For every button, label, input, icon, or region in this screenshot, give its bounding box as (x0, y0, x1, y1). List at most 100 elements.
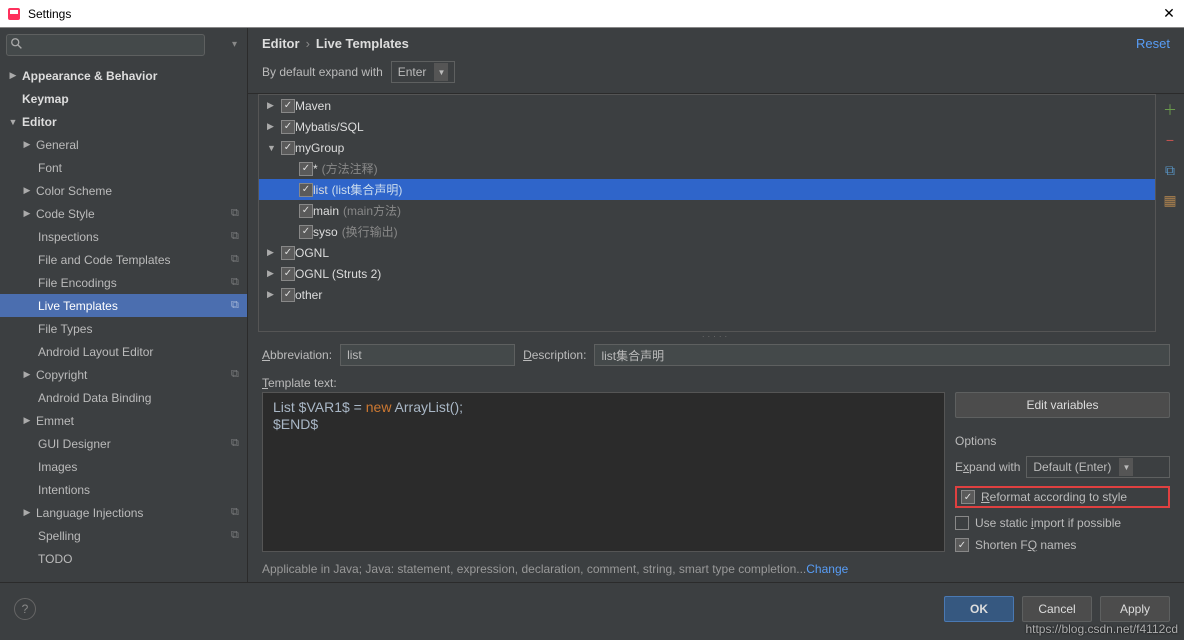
window-title: Settings (28, 7, 1160, 21)
scheme-icon: ⧉ (231, 276, 247, 289)
checkbox[interactable]: ✓ (299, 162, 313, 176)
description-input[interactable] (594, 344, 1170, 366)
nav-keymap[interactable]: Keymap (0, 87, 247, 110)
abbreviation-input[interactable] (340, 344, 515, 366)
nav-android-data[interactable]: Android Data Binding (0, 386, 247, 409)
scheme-icon: ⧉ (231, 437, 247, 450)
scheme-icon: ⧉ (231, 368, 247, 381)
checkbox[interactable]: ✓ (281, 288, 295, 302)
nav-color-scheme[interactable]: ▶Color Scheme (0, 179, 247, 202)
edit-variables-button[interactable]: Edit variables (955, 392, 1170, 418)
nav-emmet[interactable]: ▶Emmet (0, 409, 247, 432)
checkbox[interactable]: ✓ (281, 141, 295, 155)
search-input[interactable] (6, 34, 205, 56)
reset-link[interactable]: Reset (1136, 36, 1170, 51)
nav-inspections[interactable]: Inspections⧉ (0, 225, 247, 248)
template-group-other[interactable]: ▶✓other (259, 284, 1155, 305)
scheme-icon: ⧉ (231, 230, 247, 243)
template-text-label: Template text: (248, 372, 1184, 392)
reformat-label: Reformat according to style (981, 490, 1127, 504)
scheme-icon: ⧉ (231, 506, 247, 519)
help-button[interactable]: ? (14, 598, 36, 620)
breadcrumb: Editor › Live Templates Reset (248, 28, 1184, 57)
template-actions: ＋ − ⧉ ▦ (1156, 94, 1184, 332)
nav-android-layout[interactable]: Android Layout Editor (0, 340, 247, 363)
nav-gui-designer[interactable]: GUI Designer⧉ (0, 432, 247, 455)
remove-icon[interactable]: − (1160, 130, 1180, 150)
ok-button[interactable]: OK (944, 596, 1014, 622)
nav-code-style[interactable]: ▶Code Style⧉ (0, 202, 247, 225)
template-group-ognl[interactable]: ▶✓OGNL (259, 242, 1155, 263)
nav-intentions[interactable]: Intentions (0, 478, 247, 501)
watermark: https://blog.csdn.net/f4112cd (1025, 622, 1178, 636)
checkbox[interactable]: ✓ (281, 99, 295, 113)
checkbox[interactable]: ✓ (299, 183, 313, 197)
template-group-maven[interactable]: ▶✓Maven (259, 95, 1155, 116)
nav-appearance[interactable]: ▶Appearance & Behavior (0, 64, 247, 87)
breadcrumb-sep: › (300, 36, 316, 51)
checkbox[interactable]: ✓ (299, 204, 313, 218)
dialog-footer: ? OK Cancel Apply (0, 582, 1184, 634)
options-label: Options (955, 426, 1170, 448)
template-group-mygroup[interactable]: ▼✓myGroup (259, 137, 1155, 158)
copy-icon[interactable]: ⧉ (1160, 160, 1180, 180)
template-item[interactable]: ✓main(main方法) (259, 200, 1155, 221)
options-panel: Edit variables Options Expand with Defau… (955, 392, 1170, 552)
main-panel: Editor › Live Templates Reset By default… (248, 28, 1184, 582)
template-tree[interactable]: ▶✓Maven ▶✓Mybatis/SQL ▼✓myGroup ✓*(方法注释)… (258, 94, 1156, 332)
cancel-button[interactable]: Cancel (1022, 596, 1092, 622)
nav-spelling[interactable]: Spelling⧉ (0, 524, 247, 547)
expand-with-value: Default (Enter) (1033, 460, 1111, 474)
nav-lang-inj[interactable]: ▶Language Injections⧉ (0, 501, 247, 524)
scheme-icon: ⧉ (231, 253, 247, 266)
nav-live-templates[interactable]: Live Templates⧉ (0, 294, 247, 317)
breadcrumb-current: Live Templates (316, 36, 409, 51)
titlebar: Settings ✕ (0, 0, 1184, 28)
checkbox[interactable]: ✓ (281, 267, 295, 281)
checkbox[interactable]: ✓ (299, 225, 313, 239)
close-icon[interactable]: ✕ (1160, 5, 1178, 23)
nav-font[interactable]: Font (0, 156, 247, 179)
expand-with-select[interactable]: Default (Enter) ▼ (1026, 456, 1170, 478)
chevron-down-icon: ▼ (1119, 458, 1133, 476)
template-group-mybatis[interactable]: ▶✓Mybatis/SQL (259, 116, 1155, 137)
desc-label: Description: (523, 348, 586, 362)
nav-todo[interactable]: TODO (0, 547, 247, 570)
scheme-icon: ⧉ (231, 529, 247, 542)
template-group-ognl-struts[interactable]: ▶✓OGNL (Struts 2) (259, 263, 1155, 284)
settings-tree: ▶Appearance & Behavior Keymap ▼Editor ▶G… (0, 62, 247, 582)
checkbox[interactable]: ✓ (281, 120, 295, 134)
template-item-selected[interactable]: ✓list(list集合声明) (259, 179, 1155, 200)
app-icon (6, 6, 22, 22)
checkbox[interactable]: ✓ (281, 246, 295, 260)
paste-icon[interactable]: ▦ (1160, 190, 1180, 210)
shorten-fq-label: Shorten FQ names (975, 538, 1076, 552)
static-import-label: Use static import if possible (975, 516, 1121, 530)
nav-images[interactable]: Images (0, 455, 247, 478)
search-dropdown-icon[interactable]: ▾ (232, 39, 237, 50)
sidebar: ▾ ▶Appearance & Behavior Keymap ▼Editor … (0, 28, 248, 582)
reformat-checkbox[interactable]: ✓ (961, 490, 975, 504)
scheme-icon: ⧉ (231, 207, 247, 220)
static-import-checkbox[interactable]: ✓ (955, 516, 969, 530)
template-item[interactable]: ✓syso(换行输出) (259, 221, 1155, 242)
applicable-contexts: Applicable in Java; Java: statement, exp… (248, 552, 1184, 582)
breadcrumb-parent[interactable]: Editor (262, 36, 300, 51)
expand-default-select[interactable]: Enter ▼ (391, 61, 456, 83)
nav-file-encodings[interactable]: File Encodings⧉ (0, 271, 247, 294)
nav-file-types[interactable]: File Types (0, 317, 247, 340)
nav-file-code-templates[interactable]: File and Code Templates⧉ (0, 248, 247, 271)
add-icon[interactable]: ＋ (1160, 100, 1180, 120)
nav-copyright[interactable]: ▶Copyright⧉ (0, 363, 247, 386)
expand-default-value: Enter (398, 65, 427, 79)
chevron-down-icon: ▼ (434, 63, 448, 81)
expand-with-label: Expand with (955, 460, 1020, 474)
template-item[interactable]: ✓*(方法注释) (259, 158, 1155, 179)
nav-editor[interactable]: ▼Editor (0, 110, 247, 133)
apply-button[interactable]: Apply (1100, 596, 1170, 622)
shorten-fq-checkbox[interactable]: ✓ (955, 538, 969, 552)
search-input-wrap: ▾ (6, 34, 241, 56)
change-context-link[interactable]: Change (806, 562, 848, 576)
template-text-editor[interactable]: List $VAR1$ = new ArrayList(); $END$ (262, 392, 945, 552)
nav-general[interactable]: ▶General (0, 133, 247, 156)
